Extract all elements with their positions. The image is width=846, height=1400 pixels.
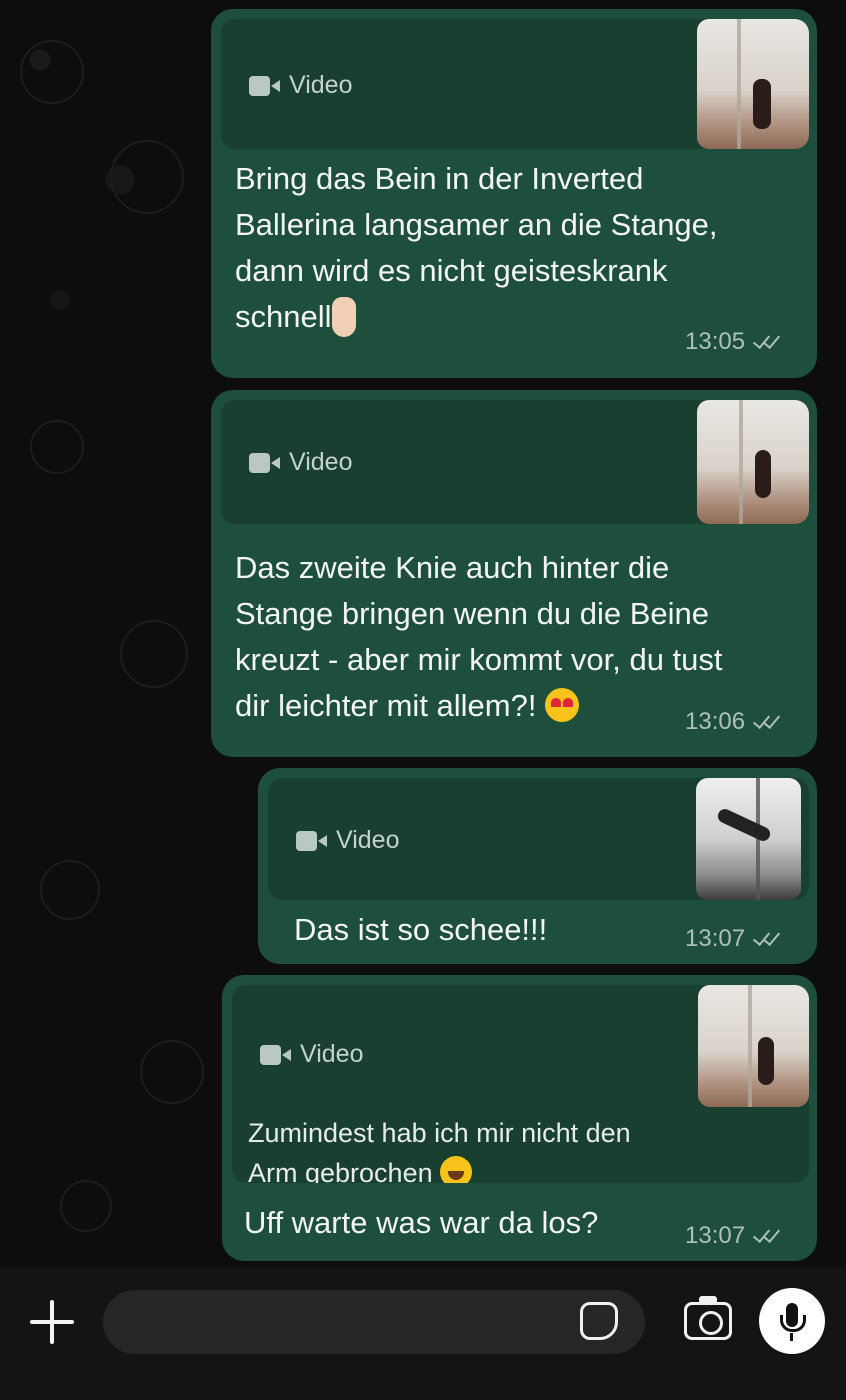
plus-icon[interactable]	[30, 1300, 74, 1344]
quoted-text: Zumindest hab ich mir nicht den Arm gebr…	[248, 1113, 631, 1183]
camera-icon[interactable]	[684, 1296, 732, 1340]
message-bubble[interactable]: Video Das zweite Knie auch hinter die St…	[211, 390, 817, 757]
video-thumbnail[interactable]	[696, 778, 801, 900]
video-thumbnail[interactable]	[697, 400, 809, 524]
double-check-icon	[751, 710, 783, 732]
message-time: 13:06	[685, 708, 783, 736]
wallpaper-doodle	[110, 140, 184, 214]
quoted-video[interactable]: Video	[268, 778, 809, 900]
person-figure	[753, 79, 771, 129]
double-check-icon	[751, 927, 783, 949]
wallpaper-doodle	[30, 420, 84, 474]
message-text: Uff warte was war da los?	[244, 1205, 599, 1240]
quoted-video[interactable]: Video Zumindest hab ich mir nicht den Ar…	[232, 985, 809, 1183]
wallpaper-doodle	[60, 1180, 112, 1232]
message-time: 13:05	[685, 328, 783, 356]
double-check-icon	[751, 330, 783, 352]
wallpaper-doodle	[20, 40, 84, 104]
message-time: 13:07	[685, 925, 783, 953]
microphone-icon-leg	[790, 1333, 793, 1341]
pole-figure	[739, 400, 743, 524]
microphone-icon-stand	[780, 1315, 806, 1332]
person-figure	[755, 450, 771, 498]
video-camera-icon	[260, 1044, 292, 1065]
message-bubble[interactable]: Video Zumindest hab ich mir nicht den Ar…	[222, 975, 817, 1261]
wallpaper-doodle	[120, 620, 188, 688]
video-camera-icon	[249, 75, 281, 96]
microphone-button[interactable]	[759, 1288, 825, 1354]
heart-eyes-emoji	[545, 688, 580, 722]
message-bubble[interactable]: Video Das ist so schee!!! 13:07	[258, 768, 817, 964]
quote-label: Video	[249, 448, 353, 477]
quoted-video[interactable]: Video	[221, 19, 809, 149]
quote-label: Video	[296, 826, 400, 855]
quoted-video[interactable]: Video	[221, 400, 809, 524]
video-camera-icon	[249, 452, 281, 473]
pointing-finger-emoji	[331, 297, 356, 337]
message-bubble[interactable]: Video Bring das Bein in der Inverted Bal…	[211, 9, 817, 378]
pole-figure	[737, 19, 741, 149]
quote-label: Video	[260, 1040, 364, 1069]
message-text: Bring das Bein in der Inverted Ballerina…	[235, 156, 718, 340]
wallpaper-doodle	[140, 1040, 204, 1104]
video-camera-icon	[296, 830, 328, 851]
double-check-icon	[751, 1224, 783, 1246]
person-figure	[758, 1037, 774, 1085]
video-thumbnail[interactable]	[697, 19, 809, 149]
sticker-icon[interactable]	[580, 1302, 618, 1340]
message-time: 13:07	[685, 1222, 783, 1250]
message-text: Das zweite Knie auch hinter die Stange b…	[235, 550, 723, 723]
video-thumbnail[interactable]	[698, 985, 809, 1107]
quote-label: Video	[249, 71, 353, 100]
tears-of-joy-emoji	[440, 1156, 473, 1183]
pole-figure	[748, 985, 752, 1107]
message-input[interactable]	[103, 1290, 645, 1354]
message-text: Das ist so schee!!!	[294, 912, 548, 947]
wallpaper-doodle	[40, 860, 100, 920]
person-figure	[715, 806, 773, 844]
